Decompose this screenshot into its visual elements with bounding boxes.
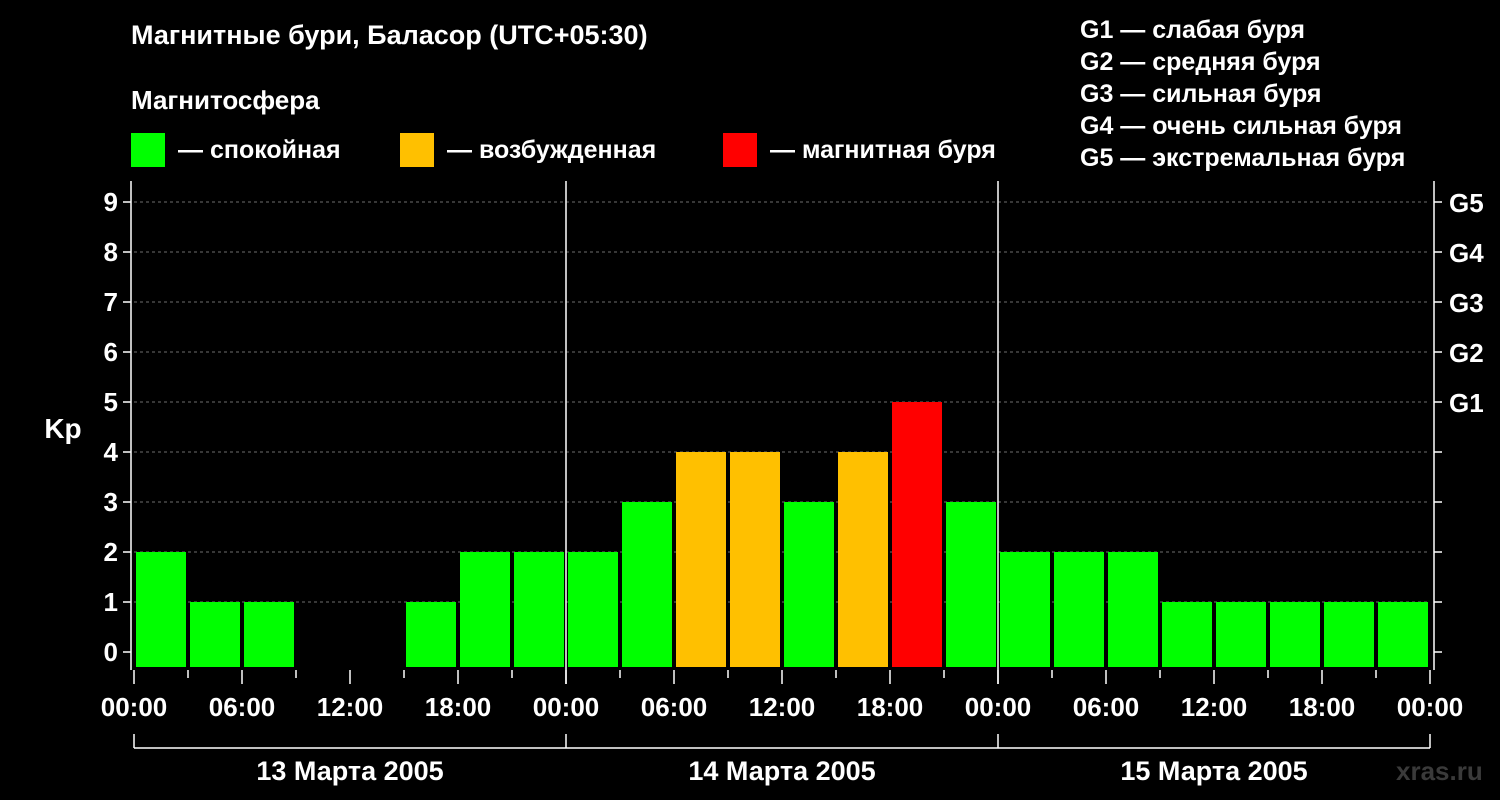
kp-bar — [460, 552, 510, 667]
x-tick-label: 12:00 — [1181, 692, 1248, 722]
chart-title: Магнитные бури, Баласор (UTC+05:30) — [131, 20, 648, 50]
legend-subtitle: Магнитосфера — [131, 85, 320, 115]
kp-bar — [676, 452, 726, 667]
y-tick-label: 2 — [104, 537, 118, 567]
x-tick-label: 06:00 — [641, 692, 708, 722]
y-tick-label: 5 — [104, 387, 118, 417]
kp-bar — [1378, 602, 1428, 667]
x-tick-label: 18:00 — [857, 692, 924, 722]
legend-item-storm: — магнитная буря — [723, 133, 996, 167]
x-tick-label: 00:00 — [965, 692, 1032, 722]
kp-bar — [838, 452, 888, 667]
x-tick-label: 00:00 — [533, 692, 600, 722]
x-tick-label: 18:00 — [1289, 692, 1356, 722]
kp-bar — [1324, 602, 1374, 667]
y-tick-label: 7 — [104, 287, 118, 317]
legend-item-disturbed: — возбужденная — [400, 133, 656, 167]
day-label: 13 Марта 2005 — [256, 756, 443, 786]
day-label: 15 Марта 2005 — [1120, 756, 1307, 786]
kp-bar — [730, 452, 780, 667]
kp-bar — [1108, 552, 1158, 667]
watermark: xras.ru — [1396, 756, 1483, 786]
g-level-label: G5 — [1449, 188, 1484, 218]
legend-swatch-storm — [723, 133, 757, 167]
g-level-label: G2 — [1449, 338, 1484, 368]
y-tick-label: 0 — [104, 637, 118, 667]
y-tick-label: 6 — [104, 337, 118, 367]
legend-swatch-disturbed — [400, 133, 434, 167]
g-level-label: G4 — [1449, 238, 1484, 268]
day-label: 14 Марта 2005 — [688, 756, 875, 786]
kp-bar — [1216, 602, 1266, 667]
kp-bar — [946, 502, 996, 667]
kp-bar — [568, 552, 618, 667]
g-scale-item: G2 — средняя буря — [1080, 48, 1321, 76]
kp-bar — [784, 502, 834, 667]
x-tick-label: 12:00 — [749, 692, 816, 722]
g-scale-item: G4 — очень сильная буря — [1080, 112, 1402, 140]
g-level-label: G3 — [1449, 288, 1484, 318]
kp-bar — [190, 602, 240, 667]
kp-bar — [136, 552, 186, 667]
kp-bar — [1000, 552, 1050, 667]
kp-bar — [1270, 602, 1320, 667]
x-tick-label: 06:00 — [1073, 692, 1140, 722]
kp-bar — [244, 602, 294, 667]
kp-bar — [406, 602, 456, 667]
g-scale-item: G1 — слабая буря — [1080, 16, 1306, 44]
g-scale-legend: G1 — слабая буря G2 — средняя буря G3 — … — [1080, 14, 1405, 174]
legend-label-storm: — магнитная буря — [770, 135, 996, 164]
legend-label-quiet: — спокойная — [178, 135, 341, 164]
x-tick-label: 00:00 — [1397, 692, 1464, 722]
x-tick-label: 12:00 — [317, 692, 384, 722]
y-tick-label: 1 — [104, 587, 118, 617]
x-tick-label: 06:00 — [209, 692, 276, 722]
y-tick-label: 3 — [104, 487, 118, 517]
x-tick-label: 18:00 — [425, 692, 492, 722]
kp-bar — [1054, 552, 1104, 667]
kp-bar — [1162, 602, 1212, 667]
kp-bar — [622, 502, 672, 667]
legend-item-quiet: — спокойная — [131, 133, 341, 167]
legend-label-disturbed: — возбужденная — [447, 135, 657, 164]
y-axis-label: Kp — [44, 413, 81, 444]
g-scale-item: G5 — экстремальная буря — [1080, 144, 1406, 172]
x-tick-label: 00:00 — [101, 692, 168, 722]
g-level-label: G1 — [1449, 388, 1484, 418]
kp-bar — [892, 402, 942, 667]
legend-swatch-quiet — [131, 133, 165, 167]
y-tick-label: 8 — [104, 237, 118, 267]
g-scale-item: G3 — сильная буря — [1080, 80, 1322, 108]
y-tick-label: 9 — [104, 187, 118, 217]
y-tick-label: 4 — [104, 437, 119, 467]
kp-bar — [514, 552, 564, 667]
